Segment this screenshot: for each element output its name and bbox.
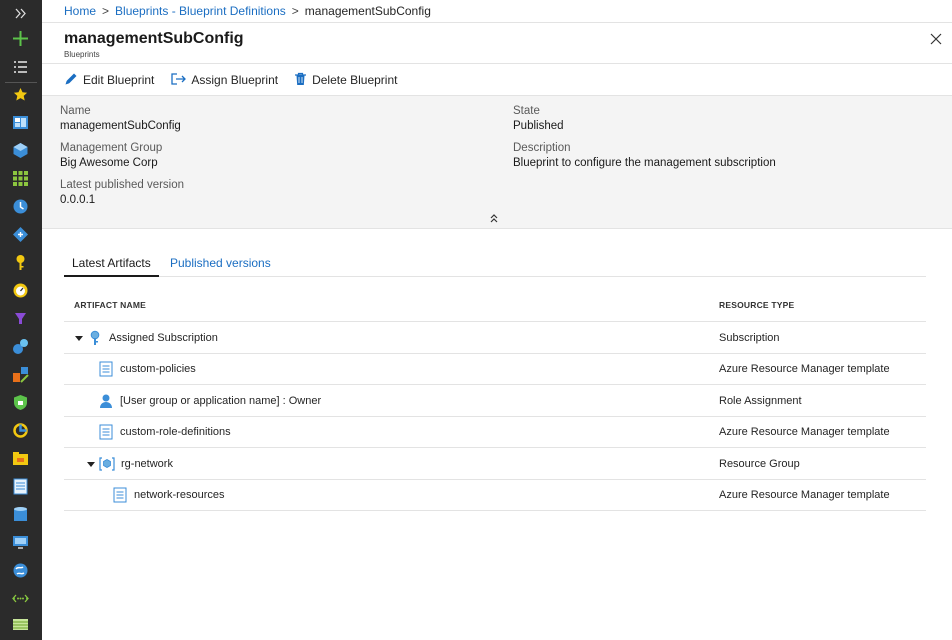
name-label: Name bbox=[60, 105, 91, 117]
document-nav-icon[interactable] bbox=[12, 478, 29, 495]
blade-container: Home > Blueprints - Blueprint Definitions >… bbox=[42, 0, 952, 640]
tab-latest-artifacts[interactable]: Latest Artifacts bbox=[64, 252, 159, 277]
monitor-gauge-icon[interactable] bbox=[12, 282, 29, 299]
table-row[interactable]: custom-role-definitions Azure Resource M… bbox=[64, 417, 926, 448]
management-group-value: Big Awesome Corp bbox=[60, 157, 158, 169]
storage-accounts-icon[interactable] bbox=[12, 616, 29, 633]
resource-type: Resource Group bbox=[719, 457, 800, 470]
artifact-name: Assigned Subscription bbox=[109, 331, 218, 344]
latest-version-label: Latest published version bbox=[60, 179, 185, 191]
resource-group-icon bbox=[99, 456, 115, 472]
recent-clock-icon[interactable] bbox=[12, 198, 29, 215]
artifact-name: custom-policies bbox=[120, 363, 196, 375]
resource-type: Azure Resource Manager template bbox=[719, 426, 890, 438]
artifact-tabs: Latest Artifacts Published versions bbox=[64, 252, 926, 277]
column-header-artifact-name[interactable]: ARTIFACT NAME bbox=[74, 300, 146, 310]
edit-blueprint-button[interactable]: Edit Blueprint bbox=[64, 72, 154, 89]
user-icon bbox=[98, 393, 114, 409]
storage-folder-icon[interactable] bbox=[12, 450, 29, 467]
globe-icon[interactable] bbox=[12, 562, 29, 579]
description-label: Description bbox=[513, 142, 571, 154]
favorites-star-icon[interactable] bbox=[12, 86, 29, 103]
document-icon bbox=[98, 361, 114, 377]
create-resource-icon[interactable] bbox=[12, 30, 29, 47]
description-value: Blueprint to configure the management su… bbox=[513, 157, 776, 169]
blade-header: managementSubConfig Blueprints bbox=[42, 22, 952, 64]
security-shield-icon[interactable] bbox=[12, 394, 29, 411]
all-resources-icon[interactable] bbox=[12, 142, 29, 159]
dashboard-icon[interactable] bbox=[12, 114, 29, 131]
breadcrumb: Home > Blueprints - Blueprint Definitions >… bbox=[64, 4, 431, 22]
table-row[interactable]: custom-policies Azure Resource Manager t… bbox=[64, 354, 926, 385]
delete-blueprint-label: Delete Blueprint bbox=[312, 73, 398, 87]
collapse-chevron-up-icon[interactable] bbox=[488, 212, 500, 224]
table-row[interactable]: rg-network Resource Group bbox=[64, 448, 926, 480]
command-bar: Edit Blueprint Assign Blueprint Delete B… bbox=[64, 70, 413, 90]
artifact-name-cell: custom-policies bbox=[98, 354, 196, 385]
artifact-name: custom-role-definitions bbox=[120, 426, 231, 438]
state-value: Published bbox=[513, 120, 564, 132]
page-subtitle: Blueprints bbox=[64, 50, 100, 59]
artifact-name: network-resources bbox=[134, 489, 225, 501]
artifact-name: rg-network bbox=[121, 457, 173, 470]
name-value: managementSubConfig bbox=[60, 120, 181, 132]
artifact-name-cell: custom-role-definitions bbox=[98, 417, 231, 448]
expand-caret-icon[interactable] bbox=[86, 459, 96, 469]
essentials-panel: Name managementSubConfig Management Grou… bbox=[42, 95, 952, 229]
key-icon bbox=[87, 330, 103, 346]
assign-arrow-icon bbox=[170, 72, 191, 89]
column-header-resource-type[interactable]: RESOURCE TYPE bbox=[719, 300, 794, 310]
app-insights-icon[interactable] bbox=[12, 338, 29, 355]
expand-menu-icon[interactable] bbox=[12, 5, 29, 22]
document-icon bbox=[98, 424, 114, 440]
artifact-name-cell: network-resources bbox=[112, 480, 224, 511]
breadcrumb-home-link[interactable]: Home bbox=[64, 4, 96, 18]
essentials-right-column: State Published Description Blueprint to… bbox=[513, 104, 776, 178]
breadcrumb-blueprint-definitions-link[interactable]: Blueprints - Blueprint Definitions bbox=[115, 4, 286, 18]
resource-type: Subscription bbox=[719, 331, 780, 344]
sql-database-icon[interactable] bbox=[12, 506, 29, 523]
document-icon bbox=[112, 487, 128, 503]
all-services-icon[interactable] bbox=[12, 58, 29, 75]
artifact-name: [User group or application name] : Owner bbox=[120, 394, 322, 407]
key-vault-icon[interactable] bbox=[12, 254, 29, 271]
breadcrumb-separator: > bbox=[102, 4, 110, 18]
expand-caret-icon[interactable] bbox=[74, 333, 84, 343]
trash-icon bbox=[294, 72, 312, 89]
delete-blueprint-button[interactable]: Delete Blueprint bbox=[294, 72, 397, 89]
deployments-diamond-icon[interactable] bbox=[12, 226, 29, 243]
resource-groups-grid-icon[interactable] bbox=[12, 170, 29, 187]
resource-type: Azure Resource Manager template bbox=[719, 489, 890, 501]
advisor-bulb-icon[interactable] bbox=[12, 310, 29, 327]
table-row[interactable]: [User group or application name] : Owner… bbox=[64, 385, 926, 417]
management-group-label: Management Group bbox=[60, 142, 163, 154]
table-row[interactable]: network-resources Azure Resource Manager… bbox=[64, 480, 926, 511]
artifact-name-cell: Assigned Subscription bbox=[74, 322, 218, 353]
edit-blueprint-label: Edit Blueprint bbox=[83, 73, 155, 87]
portal-sidebar bbox=[0, 0, 42, 640]
table-header: ARTIFACT NAME RESOURCE TYPE bbox=[64, 290, 926, 322]
virtual-machine-icon[interactable] bbox=[12, 534, 29, 551]
vnet-dots-icon[interactable] bbox=[12, 590, 29, 607]
cost-management-icon[interactable] bbox=[12, 366, 29, 383]
artifacts-table: ARTIFACT NAME RESOURCE TYPE Assigned Sub… bbox=[64, 290, 926, 511]
breadcrumb-current: managementSubConfig bbox=[304, 4, 431, 18]
assign-blueprint-label: Assign Blueprint bbox=[191, 73, 279, 87]
essentials-left-column: Name managementSubConfig Management Grou… bbox=[60, 104, 184, 215]
table-row[interactable]: Assigned Subscription Subscription bbox=[64, 322, 926, 354]
close-icon[interactable] bbox=[928, 31, 944, 47]
artifact-name-cell: rg-network bbox=[86, 448, 173, 479]
cost-analysis-icon[interactable] bbox=[12, 422, 29, 439]
page-title: managementSubConfig bbox=[64, 30, 244, 47]
resource-type: Azure Resource Manager template bbox=[719, 363, 890, 375]
assign-blueprint-button[interactable]: Assign Blueprint bbox=[170, 72, 278, 89]
state-label: State bbox=[513, 105, 540, 117]
tab-published-versions[interactable]: Published versions bbox=[170, 252, 271, 277]
resource-type: Role Assignment bbox=[719, 394, 802, 407]
latest-version-value: 0.0.0.1 bbox=[60, 194, 96, 206]
breadcrumb-separator: > bbox=[291, 4, 299, 18]
artifact-name-cell: [User group or application name] : Owner bbox=[98, 385, 321, 416]
pencil-icon bbox=[64, 72, 83, 89]
